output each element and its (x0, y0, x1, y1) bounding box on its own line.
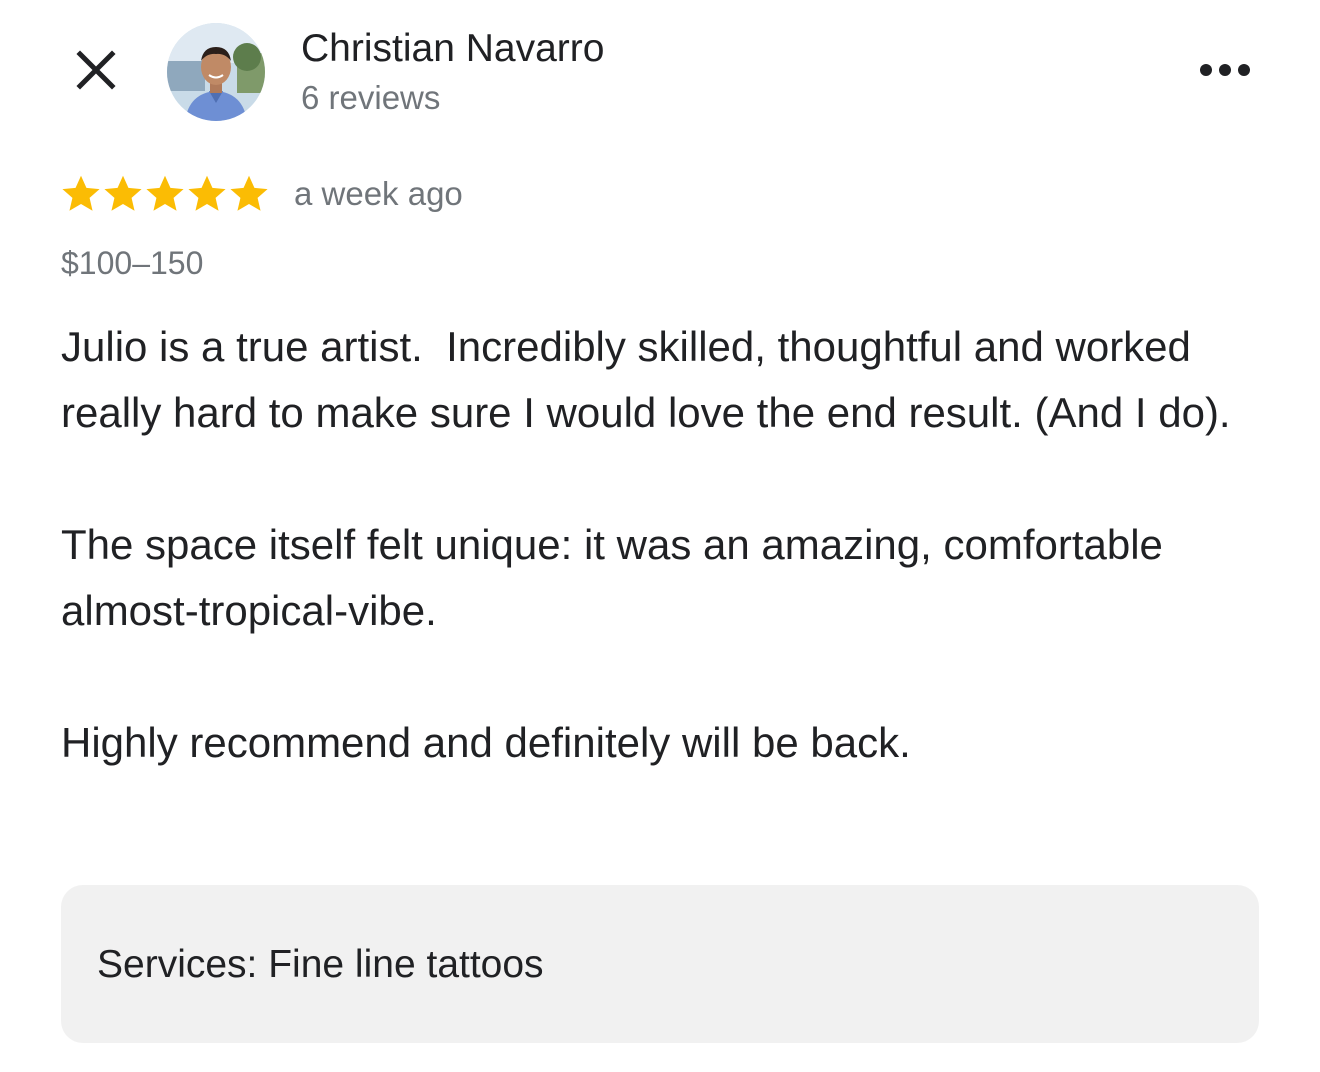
reviewer-avatar[interactable] (167, 23, 265, 121)
close-icon (74, 48, 118, 97)
review-text: Julio is a true artist. Incredibly skill… (61, 314, 1261, 842)
reviewer-name[interactable]: Christian Navarro (301, 26, 604, 72)
star-icon (146, 175, 184, 211)
star-icon (104, 175, 142, 211)
star-icon (188, 175, 226, 211)
price-range: $100–150 (61, 245, 204, 281)
review-paragraph: Highly recommend and definitely will be … (61, 719, 911, 766)
review-time: a week ago (294, 175, 463, 212)
review-paragraph: The space itself felt unique: it was an … (61, 521, 1175, 634)
services-label: Services: (97, 943, 258, 986)
services-value: Fine line tattoos (268, 943, 544, 986)
star-rating (60, 173, 270, 215)
close-button[interactable] (70, 46, 122, 98)
more-horizontal-icon (1198, 62, 1252, 83)
more-options-button[interactable] (1196, 56, 1254, 88)
services-line: Services: Fine line tattoos (97, 942, 544, 988)
reviewer-review-count[interactable]: 6 reviews (301, 78, 440, 118)
star-icon (62, 175, 100, 211)
services-card: Services: Fine line tattoos (61, 885, 1259, 1043)
review-paragraph: Julio is a true artist. Incredibly skill… (61, 323, 1231, 436)
star-icon (230, 175, 268, 211)
